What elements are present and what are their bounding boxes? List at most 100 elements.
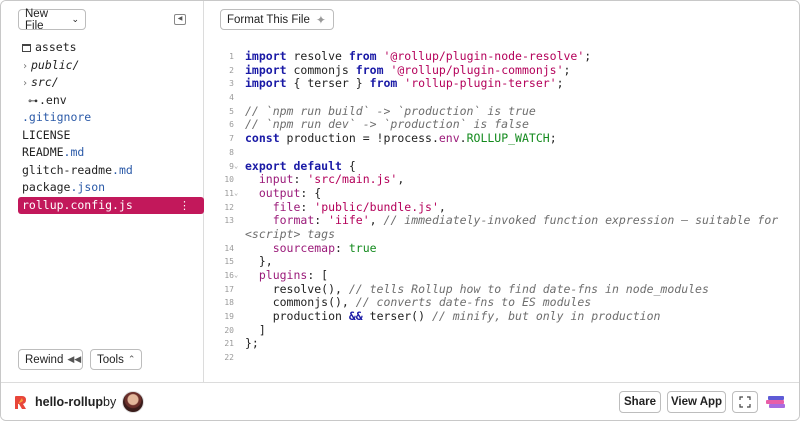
line-number: 3	[229, 79, 234, 89]
file-item-gitignore[interactable]: .gitignore	[18, 109, 204, 127]
file-name: package	[22, 180, 71, 194]
chevron-down-icon: ⌄	[71, 14, 79, 24]
file-item-license[interactable]: LICENSE	[18, 127, 204, 145]
code-line: 6 // `npm run dev` -> `production` is fal…	[205, 117, 799, 132]
code-text: resolve(), // tells Rollup how to find d…	[245, 281, 709, 296]
fold-chevron-icon[interactable]: ⌄	[234, 269, 238, 283]
line-number: 17	[224, 284, 234, 294]
line-number: 8	[229, 147, 234, 157]
new-file-button[interactable]: New File ⌄	[18, 7, 86, 32]
rewind-icon: ◀◀	[67, 354, 82, 364]
file-ext: .md	[112, 162, 133, 177]
format-file-button[interactable]: Format This File ✦	[220, 9, 334, 30]
line-number: 19	[224, 312, 234, 322]
file-item-readme[interactable]: README.md	[18, 144, 204, 162]
code-line: 22	[205, 351, 799, 365]
folder-item-public[interactable]: › public/	[18, 57, 204, 75]
code-line: 8	[205, 146, 799, 160]
fullscreen-button[interactable]	[732, 391, 758, 413]
line-number: 20	[224, 325, 234, 335]
code-line: 18 commonjs(), // converts date-fns to E…	[205, 295, 799, 310]
rollup-logo-icon	[15, 396, 26, 409]
code-line: 9 ⌄ export default {	[205, 158, 799, 174]
chevron-right-icon: ›	[22, 60, 29, 72]
glitch-logo-icon[interactable]	[766, 393, 786, 411]
line-number: 1	[229, 52, 234, 61]
file-tree: assets › public/ › src/ ⊶.env .gitignore L…	[18, 39, 204, 214]
format-label: Format This File	[227, 13, 310, 26]
rewind-button[interactable]: Rewind ◀◀	[18, 349, 83, 370]
project-footer: hello-rollup by Share View App	[1, 382, 799, 420]
code-line: 17 resolve(), // tells Rollup how to fin…	[205, 281, 799, 297]
collapse-sidebar-icon[interactable]: ◀	[174, 14, 186, 25]
expand-icon	[739, 396, 751, 408]
file-item-env[interactable]: ⊶.env	[18, 92, 204, 110]
glitch-editor-window: New File ⌄ ◀ assets › public/ › src/ ⊶.env…	[0, 0, 800, 421]
file-ext: .json	[70, 180, 106, 194]
folder-name: public/	[31, 57, 80, 72]
sparkle-icon: ✦	[315, 12, 326, 27]
file-item-glitch-readme[interactable]: glitch-readme.md	[18, 162, 204, 180]
code-line: 11 ⌄ output: {	[205, 186, 799, 201]
line-number: 16	[224, 271, 234, 280]
file-item-package-json[interactable]: package.json	[18, 179, 204, 197]
code-text: };	[245, 336, 259, 351]
file-name: rollup.config.js	[22, 197, 133, 212]
chevron-right-icon: ›	[22, 78, 29, 89]
line-number: 18	[224, 298, 234, 308]
fold-chevron-icon[interactable]: ⌄	[234, 187, 238, 201]
line-number: 7	[229, 134, 234, 144]
tools-label: Tools	[97, 353, 124, 366]
code-area[interactable]: 1 import resolve from '@rollup/plugin-nod…	[205, 49, 799, 365]
code-line: 7 const production = !process.env.ROLLUP_…	[205, 131, 799, 146]
code-editor: Format This File ✦ 1 import resolve from …	[205, 1, 799, 382]
folder-name: src/	[31, 75, 59, 89]
code-text: <script> tags	[245, 226, 336, 241]
code-line: 14 sourcemap: true	[205, 241, 799, 256]
line-number: 10	[224, 175, 234, 185]
line-number: 2	[229, 65, 234, 75]
line-number: 21	[224, 339, 234, 349]
share-label: Share	[624, 396, 656, 408]
code-text: // `npm run dev` -> `production` is fals…	[245, 117, 529, 132]
line-number: 6	[229, 120, 234, 130]
code-line: <script> tags	[205, 226, 799, 242]
line-number: 11	[224, 188, 234, 198]
file-name: assets	[35, 40, 77, 54]
code-line: 19 production && terser() // minify, but…	[205, 309, 799, 324]
view-app-button[interactable]: View App	[667, 391, 726, 413]
avatar[interactable]	[122, 391, 144, 413]
code-text: plugins: [	[258, 268, 329, 282]
code-text: commonjs(), // converts date-fns to ES m…	[245, 295, 592, 310]
code-line: 10 input: 'src/main.js',	[205, 172, 799, 187]
code-text: file: 'public/bundle.js',	[272, 199, 446, 214]
code-text: format: 'iife', // immediately-invoked f…	[272, 213, 779, 228]
file-name: .env	[39, 92, 67, 107]
key-icon: ⊶	[28, 95, 38, 107]
code-text: import resolve from '@rollup/plugin-node…	[245, 49, 592, 63]
file-item-assets[interactable]: assets	[18, 39, 204, 57]
code-text: },	[245, 254, 273, 269]
code-line: 13 format: 'iife', // immediately-invoke…	[205, 213, 799, 228]
code-line: 4	[205, 91, 799, 105]
share-button[interactable]: Share	[619, 391, 661, 413]
archive-box-icon	[22, 44, 31, 52]
fold-chevron-icon[interactable]: ⌄	[234, 160, 238, 174]
line-number: 4	[229, 93, 234, 103]
folder-item-src[interactable]: › src/	[18, 74, 204, 92]
code-text: ]	[245, 322, 266, 337]
project-name[interactable]: hello-rollup	[35, 395, 103, 409]
file-name: glitch-readme	[22, 162, 113, 177]
code-text: const production = !process.env.ROLLUP_W…	[245, 131, 557, 146]
line-number: 14	[224, 243, 234, 253]
tools-button[interactable]: Tools ⌃	[90, 349, 142, 370]
file-item-rollup-config[interactable]: rollup.config.js ⋮	[18, 196, 204, 215]
more-options-icon[interactable]: ⋮	[179, 197, 190, 215]
code-line: 15 },	[205, 254, 799, 269]
view-app-label: View App	[670, 396, 723, 408]
new-file-label: New File	[25, 7, 49, 32]
by-label: by	[103, 395, 117, 409]
code-text: export default {	[245, 158, 356, 173]
line-number: 13	[224, 216, 234, 226]
line-number: 5	[229, 106, 234, 116]
